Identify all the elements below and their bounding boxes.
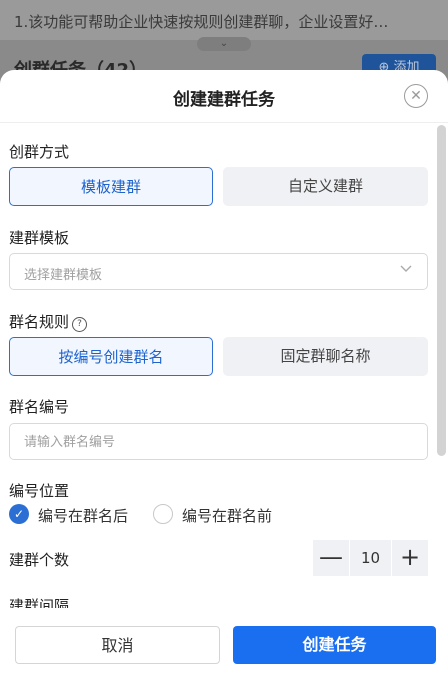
group-count-value[interactable]: 10 bbox=[350, 540, 391, 576]
create-task-button[interactable]: 创建任务 bbox=[233, 626, 436, 664]
create-task-dialog: 创建建群任务 ✕ 创群方式 模板建群 自定义建群 建群模板 选择建群模板 群名规… bbox=[0, 70, 448, 681]
name-rule-label: 群名规则? bbox=[9, 311, 88, 332]
notice-bar: 1.该功能可帮助企业快速按规则创建群聊，企业设置好… bbox=[0, 0, 448, 40]
name-rule-label-text: 群名规则 bbox=[9, 313, 70, 331]
template-placeholder: 选择建群模板 bbox=[24, 268, 103, 283]
dialog-title: 创建建群任务 bbox=[173, 90, 275, 110]
minus-button[interactable]: — bbox=[313, 540, 349, 576]
number-position-label: 编号位置 bbox=[9, 482, 70, 500]
option-number-name[interactable]: 按编号创建群名 bbox=[9, 337, 213, 376]
chevron-down-icon[interactable]: ⌄ bbox=[197, 37, 251, 51]
radio-empty-icon bbox=[153, 504, 173, 524]
template-label: 建群模板 bbox=[9, 229, 70, 247]
chevron-down-icon bbox=[399, 261, 413, 279]
name-number-field[interactable] bbox=[9, 423, 428, 460]
check-icon: ✓ bbox=[9, 504, 29, 524]
cancel-button[interactable]: 取消 bbox=[15, 626, 220, 664]
name-number-input[interactable] bbox=[22, 428, 416, 456]
dialog-footer: 取消 创建任务 bbox=[0, 608, 448, 681]
option-custom-create[interactable]: 自定义建群 bbox=[223, 167, 428, 206]
name-number-label: 群名编号 bbox=[9, 398, 70, 416]
dialog-header: 创建建群任务 ✕ bbox=[0, 70, 448, 123]
scrollbar[interactable] bbox=[437, 125, 446, 456]
template-select[interactable]: 选择建群模板 bbox=[9, 253, 428, 290]
question-circle-icon[interactable]: ? bbox=[72, 317, 88, 332]
group-count-label: 建群个数 bbox=[9, 551, 70, 569]
close-icon[interactable]: ✕ bbox=[404, 84, 428, 108]
notice-text: 1.该功能可帮助企业快速按规则创建群聊，企业设置好… bbox=[14, 13, 389, 31]
option-fixed-name[interactable]: 固定群聊名称 bbox=[223, 337, 428, 376]
create-mode-label: 创群方式 bbox=[9, 143, 70, 161]
plus-button[interactable]: + bbox=[392, 540, 428, 576]
group-count-stepper: — 10 + bbox=[313, 540, 428, 576]
radio-number-after-label: 编号在群名后 bbox=[38, 507, 129, 525]
option-template-create[interactable]: 模板建群 bbox=[9, 167, 213, 206]
radio-number-before-label: 编号在群名前 bbox=[182, 507, 273, 525]
